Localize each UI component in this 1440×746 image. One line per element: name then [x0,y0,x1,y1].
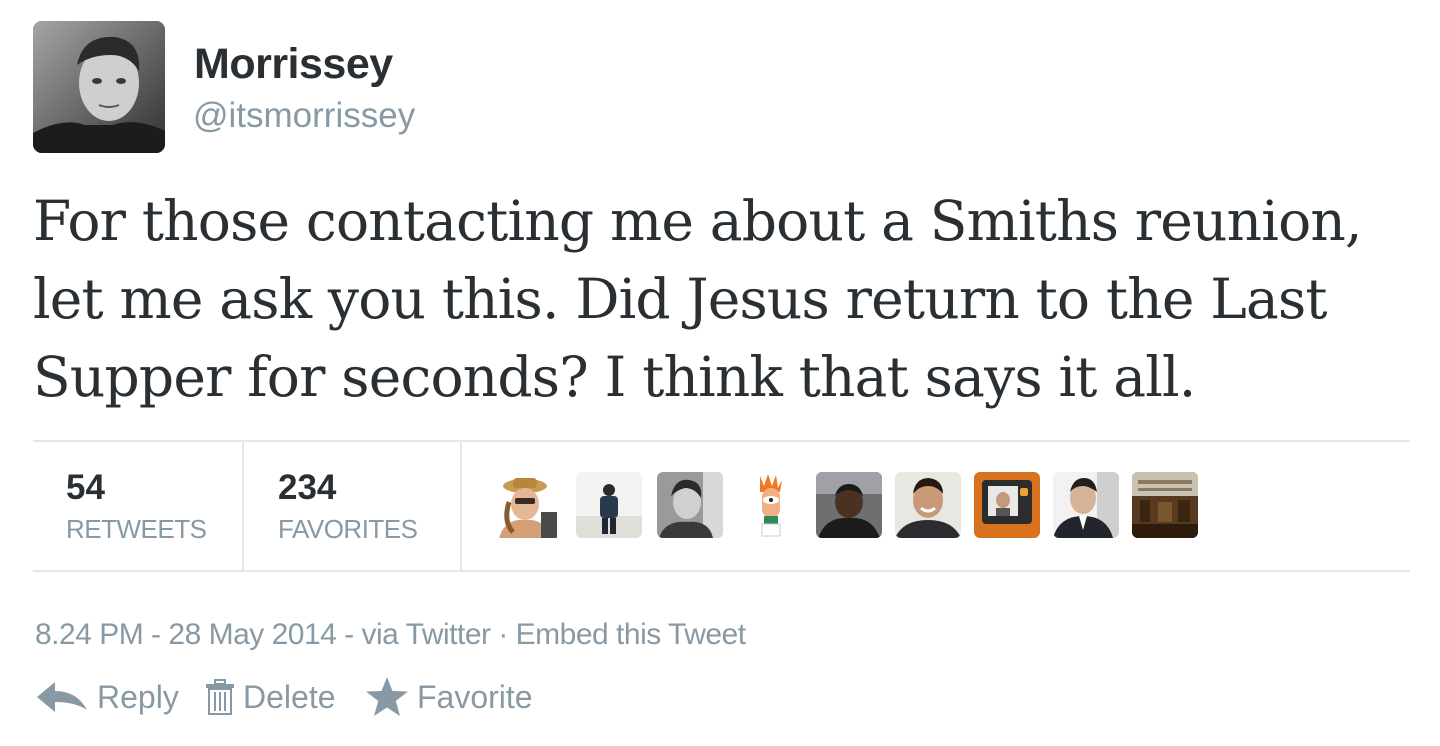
delete-label: Delete [243,678,336,715]
trash-icon [206,679,234,715]
profile-avatar[interactable] [33,21,165,153]
profile-photo-icon [33,21,165,153]
embed-tweet-link[interactable]: Embed this Tweet [516,618,746,651]
meta-separator: · [490,618,516,651]
favorites-label: FAVORITES [278,514,418,544]
favoriter-avatar[interactable] [1053,472,1119,538]
avatar-man-suit-icon [1053,472,1119,538]
avatar-woman-hat-icon [495,472,561,538]
tweet-text: For those contacting me about a Smiths r… [33,189,1363,409]
favoriter-avatar[interactable] [816,472,882,538]
retweets-stat[interactable]: 54 RETWEETS [33,442,243,570]
avatar-man-smiling-icon [895,472,961,538]
favoriter-avatar[interactable] [974,472,1040,538]
favoriter-avatar[interactable] [576,472,642,538]
favorites-count: 234 [278,468,337,507]
reply-label: Reply [97,678,179,715]
favoriter-avatar[interactable] [738,472,804,538]
star-icon [366,677,408,716]
avatar-man-portrait-icon [657,472,723,538]
retweets-label: RETWEETS [66,514,207,544]
favoriter-avatar[interactable] [1132,472,1198,538]
stats-separator [460,442,462,570]
user-full-name[interactable]: Morrissey [194,40,393,89]
favorites-stat[interactable]: 234 FAVORITES [244,442,459,570]
favoriter-avatar[interactable] [895,472,961,538]
reply-button[interactable]: Reply [35,672,179,722]
tweet-timestamp[interactable]: 8.24 PM - 28 May 2014 [35,618,337,651]
tweet-source: - via Twitter [336,618,491,651]
avatar-man-dark-icon [816,472,882,538]
delete-button[interactable]: Delete [205,672,336,722]
favoriter-avatar[interactable] [657,472,723,538]
reply-arrow-icon [37,682,87,712]
avatar-orange-frame-icon [974,472,1040,538]
tweet-stats: 54 RETWEETS 234 FAVORITES [33,442,1410,570]
avatar-room-icon [1132,472,1198,538]
favorite-label: Favorite [417,678,533,715]
favorite-button[interactable]: Favorite [365,672,533,722]
tweet-meta: 8.24 PM - 28 May 2014 - via Twitter · Em… [35,618,746,652]
tweet-card: Morrissey @itsmorrissey For those contac… [0,0,1440,746]
avatar-man-standing-icon [576,472,642,538]
retweets-count: 54 [66,468,105,507]
avatar-muppet-icon [738,472,804,538]
user-handle[interactable]: @itsmorrissey [193,96,415,136]
stats-bottom-divider [33,570,1410,572]
favoriter-avatar[interactable] [495,472,561,538]
